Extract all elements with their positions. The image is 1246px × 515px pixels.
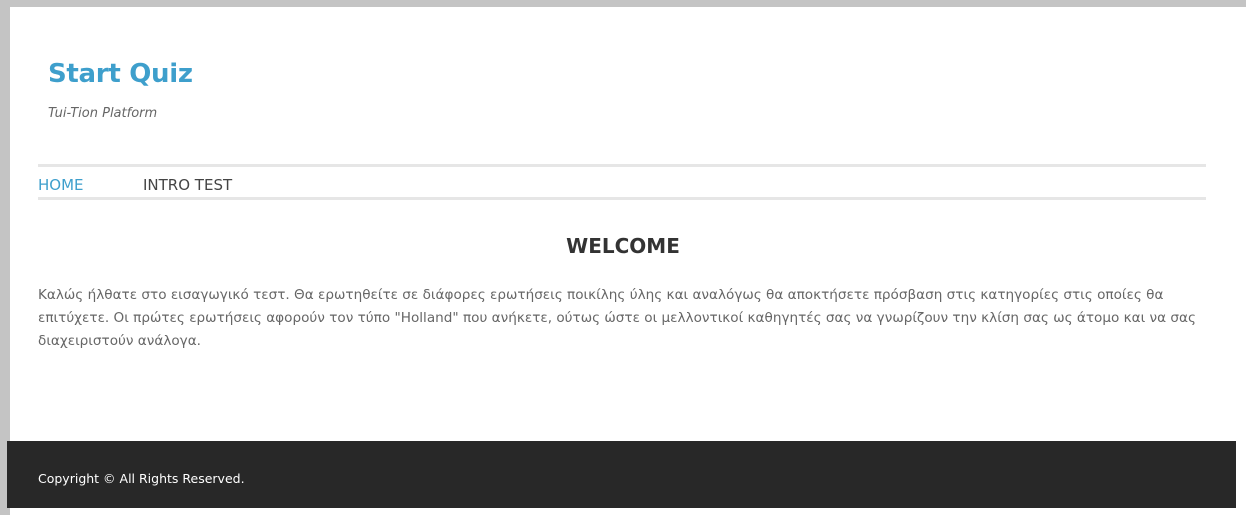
site-tagline: Tui-Tion Platform — [48, 106, 158, 121]
site-footer: Copyright © All Rights Reserved. — [7, 441, 1236, 508]
nav-item-intro-test[interactable]: INTRO TEST — [143, 176, 232, 194]
site-title[interactable]: Start Quiz — [48, 59, 193, 89]
site-header: Start Quiz Tui-Tion Platform — [48, 59, 193, 121]
copyright-text: Copyright © All Rights Reserved. — [38, 471, 245, 486]
main-navigation: HOME INTRO TEST — [38, 164, 1206, 200]
welcome-paragraph: Καλώς ήλθατε στο εισαγωγικό τεστ. Θα ερω… — [38, 287, 1196, 349]
page-heading: WELCOME — [566, 234, 680, 258]
page-container: Start Quiz Tui-Tion Platform — [10, 7, 1246, 515]
nav-item-home[interactable]: HOME — [38, 176, 84, 194]
